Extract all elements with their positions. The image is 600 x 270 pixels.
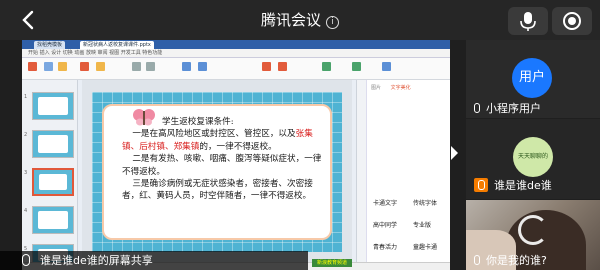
info-icon[interactable]: i	[326, 16, 339, 29]
font-sample[interactable]: 传统字体	[413, 198, 437, 207]
slide-thumbnail[interactable]	[32, 206, 74, 234]
participant-name-text: 你是我的谁?	[486, 254, 547, 267]
wps-toolbar	[22, 58, 450, 80]
slide-thumbnail-selected[interactable]	[32, 168, 74, 196]
font-sample[interactable]: 童趣卡通	[413, 242, 437, 251]
slide[interactable]: 学生返校复课条件: 一是在高风险地区或封控区、管控区，以及张集镇、后村镇、郑集镇…	[92, 92, 342, 252]
slide-card: 学生返校复课条件: 一是在高风险地区或封控区、管控区，以及张集镇、后村镇、郑集镇…	[102, 104, 332, 240]
microphone-active-icon	[474, 178, 488, 192]
font-sample[interactable]: 青春活力	[373, 242, 397, 251]
loading-spinner-icon	[518, 215, 548, 245]
participant-tile[interactable]: 天天聊聊的 谁是谁de谁	[466, 119, 600, 199]
participant-name: 小程序用户	[474, 100, 541, 116]
slide-text-span: 一是在高风险地区或封控区、管控区，以及	[132, 129, 296, 140]
record-icon	[563, 12, 581, 30]
avatar: 用户	[512, 58, 552, 98]
slide-thumbnail[interactable]	[32, 130, 74, 158]
tool-icon[interactable]	[382, 62, 391, 71]
slide-paragraph-3: 三是确诊病例或无症状感染者，密接者、次密接者，红、黄码人员，时空伴随者，一律不得…	[122, 179, 313, 202]
microphone-button[interactable]	[508, 7, 548, 35]
slide-paragraph-2: 二是有发热、咳嗽、咽痛、腹泻等疑似症状，一律不得返校。	[122, 154, 322, 177]
slide-number: 4	[24, 208, 28, 214]
tool-icon[interactable]	[198, 62, 207, 71]
panel-tab-active[interactable]: 文字美化	[391, 85, 411, 91]
slide-heading: 学生返校复课条件:	[162, 117, 234, 127]
font-sample[interactable]: 卡通文字	[373, 198, 397, 207]
microphone-icon	[474, 255, 480, 265]
participant-name: 谁是谁de谁	[474, 177, 552, 193]
meeting-title-text: 腾讯会议	[260, 11, 321, 29]
wps-menu[interactable]: 开始 插入 设计 切换 动画 放映 审阅 视图 开发工具 特色功能	[22, 49, 450, 58]
tool-icon[interactable]	[322, 62, 331, 71]
tool-icon[interactable]	[262, 62, 271, 71]
participant-tile[interactable]: 用户 小程序用户	[466, 40, 600, 118]
tool-icon[interactable]	[352, 62, 361, 71]
participant-name-text: 小程序用户	[486, 102, 541, 115]
record-button[interactable]	[552, 7, 592, 35]
tool-icon[interactable]	[58, 62, 67, 71]
slide-number: 2	[24, 132, 28, 138]
panel-sidebar	[357, 80, 367, 270]
watermark: 新浪教育频道	[312, 259, 352, 267]
tool-icon[interactable]	[182, 62, 191, 71]
expand-arrow-icon[interactable]	[451, 146, 458, 160]
slide-paragraph-1: 一是在高风险地区或封控区、管控区，以及张集镇、后村镇、郑集镇的，一律不得返校。	[122, 128, 322, 153]
tool-icon[interactable]	[146, 62, 155, 71]
slide-canvas: 学生返校复课条件: 一是在高风险地区或封控区、管控区，以及张集镇、后村镇、郑集镇…	[82, 80, 352, 270]
tool-icon[interactable]	[80, 62, 89, 71]
slide-thumbnail[interactable]	[32, 92, 74, 120]
top-bar: 腾讯会议 i	[0, 0, 600, 40]
wps-tab-bar: 找稻壳模板 新冠状病人返校复课课件.pptx	[22, 40, 450, 49]
screen-share-label: 谁是谁de谁的屏幕共享	[0, 251, 308, 270]
panel-tab[interactable]: 图片	[371, 85, 381, 91]
participant-video-tile[interactable]: 你是我的谁?	[466, 200, 600, 270]
microphone-icon	[22, 254, 30, 266]
paste-icon[interactable]	[28, 62, 37, 71]
tool-icon[interactable]	[278, 62, 287, 71]
font-panel: 图片 文字美化 卡通文字 传统字体 高中同学 专业版 青春活力 童趣卡通	[356, 80, 450, 270]
participant-name-text: 谁是谁de谁	[494, 179, 552, 192]
participant-name: 你是我的谁?	[474, 252, 547, 268]
panel-tabs: 图片 文字美化	[371, 84, 411, 91]
wps-tab-active[interactable]: 新冠状病人返校复课课件.pptx	[80, 41, 154, 49]
tool-icon[interactable]	[44, 62, 53, 71]
tool-icon[interactable]	[96, 62, 105, 71]
font-sample[interactable]: 专业版	[413, 220, 431, 229]
slide-text: 学生返校复课条件: 一是在高风险地区或封控区、管控区，以及张集镇、后村镇、郑集镇…	[122, 116, 322, 203]
slide-number: 3	[24, 170, 28, 176]
font-sample[interactable]: 高中同学	[373, 220, 397, 229]
microphone-icon	[520, 12, 536, 31]
tool-icon[interactable]	[132, 62, 141, 71]
shared-screen[interactable]: 找稻壳模板 新冠状病人返校复课课件.pptx 开始 插入 设计 切换 动画 放映…	[22, 40, 450, 270]
wps-tab[interactable]: 找稻壳模板	[34, 41, 66, 49]
slide-thumbnails: 1 2 3 4 5	[22, 80, 78, 270]
slide-number: 1	[24, 94, 28, 100]
microphone-icon	[474, 103, 480, 113]
avatar: 天天聊聊的	[513, 137, 553, 177]
slide-text-span: 的，一律不得返校。	[199, 141, 277, 152]
